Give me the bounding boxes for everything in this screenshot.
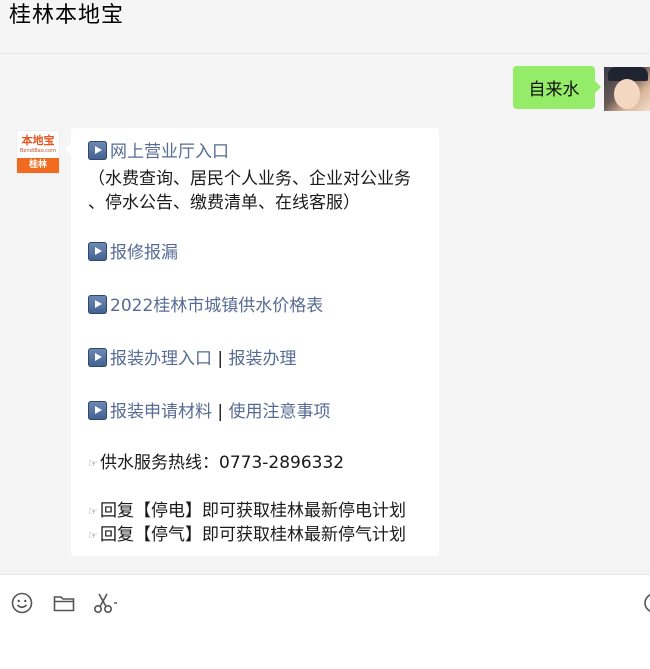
play-button-icon — [88, 295, 107, 314]
menu-line-repair: 报修报漏 — [88, 242, 178, 264]
chat-title: 桂林本地宝 — [9, 3, 125, 28]
hotline-line: ☞ 供水服务热线：0773-2896332 — [88, 452, 344, 475]
play-button-icon — [88, 141, 107, 160]
user-message-bubble[interactable]: 自来水 — [513, 66, 601, 109]
link-price-table[interactable]: 2022桂林市城镇供水价格表 — [110, 296, 323, 316]
bot-avatar[interactable]: 本地宝 BendiBao.com 桂林 — [16, 130, 60, 174]
input-area[interactable] — [0, 574, 650, 669]
link-online-hall[interactable]: 网上营业厅入口 — [110, 142, 229, 162]
emoji-icon[interactable] — [10, 591, 34, 615]
pointing-hand-icon: ☞ — [88, 457, 98, 470]
hotline-text: 供水服务热线：0773-2896332 — [100, 453, 345, 473]
link-install[interactable]: 报装办理 — [229, 349, 297, 369]
text-line: （水费查询、居民个人业务、企业对公业务 — [88, 169, 411, 189]
avatar-logo-sub: BendiBao.com — [20, 148, 56, 154]
reply-line-gas: ☞ 回复【停气】即可获取桂林最新停气计划 — [88, 524, 406, 547]
message-list[interactable]: 自来水 本地宝 BendiBao.com 桂林 网上营业厅入口 （水费查询、居民… — [0, 54, 650, 574]
link-install-entry[interactable]: 报装办理入口 — [110, 349, 212, 369]
menu-line-installation: 报装办理入口 | 报装办理 — [88, 348, 297, 370]
play-button-icon — [88, 242, 107, 261]
reply-line-power: ☞ 回复【停电】即可获取桂林最新停电计划 — [88, 500, 406, 523]
pointing-hand-icon: ☞ — [88, 529, 98, 542]
user-message-text: 自来水 — [528, 80, 580, 100]
scissors-icon[interactable] — [92, 591, 117, 615]
menu-line-online-hall: 网上营业厅入口 — [88, 141, 229, 163]
reply-power-text: 回复【停电】即可获取桂林最新停电计划 — [100, 501, 406, 521]
folder-icon[interactable] — [52, 591, 76, 615]
text-line: 、停水公告、缴费清单、在线客服） — [88, 193, 360, 213]
avatar-city-label: 桂林 — [17, 158, 59, 173]
bot-message-bubble: 网上营业厅入口 （水费查询、居民个人业务、企业对公业务 、停水公告、缴费清单、在… — [65, 128, 439, 556]
play-button-icon — [88, 401, 107, 420]
play-button-icon — [88, 348, 107, 367]
reply-gas-text: 回复【停气】即可获取桂林最新停气计划 — [100, 525, 406, 545]
chat-header: 桂林本地宝 — [0, 0, 650, 54]
link-notes[interactable]: 使用注意事项 — [229, 402, 331, 422]
user-avatar[interactable] — [604, 67, 650, 111]
link-materials[interactable]: 报装申请材料 — [110, 402, 212, 422]
link-repair[interactable]: 报修报漏 — [110, 243, 178, 263]
more-icon[interactable] — [644, 591, 650, 615]
menu-line-materials: 报装申请材料 | 使用注意事项 — [88, 401, 331, 423]
avatar-logo-text: 本地宝 — [21, 134, 55, 147]
avatar-face — [614, 79, 640, 109]
separator: | — [212, 349, 229, 369]
pointing-hand-icon: ☞ — [88, 505, 98, 518]
menu-line-price-table: 2022桂林市城镇供水价格表 — [88, 295, 323, 317]
separator: | — [212, 402, 229, 422]
